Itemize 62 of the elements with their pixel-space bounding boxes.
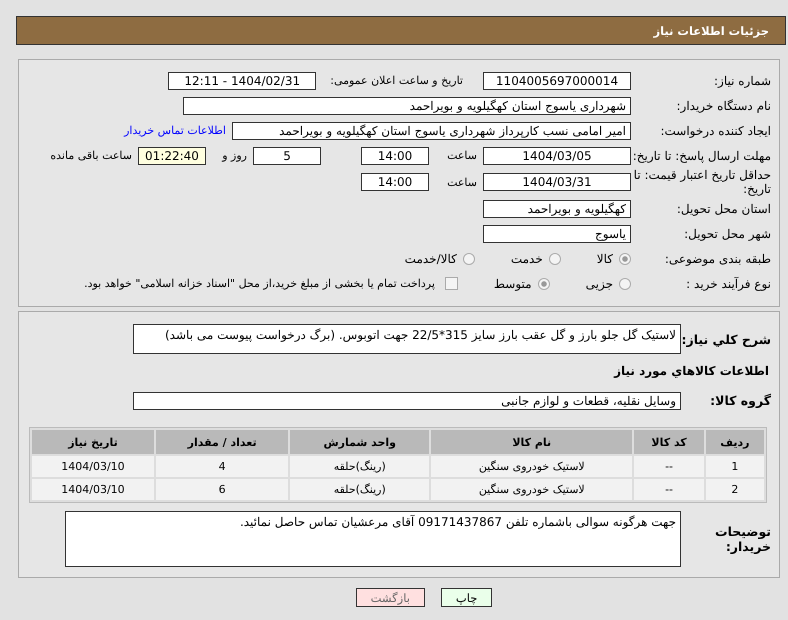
column-header: ردیف [706, 430, 764, 454]
column-header: تعداد / مقدار [156, 430, 288, 454]
table-cell: 2 [706, 479, 764, 500]
city-field: یاسوج [483, 224, 631, 242]
checkbox[interactable] [444, 277, 458, 290]
table-cell: 6 [156, 479, 288, 500]
field-label: حداقل تاریخ اعتبار قیمت: تا تاریخ: [632, 168, 771, 196]
buyer-org-field: شهرداری یاسوج استان کهگیلویه و بویراحمد [183, 96, 631, 114]
section-heading: اطلاعات کالاهاي مورد نياز [612, 363, 770, 378]
page-title: جزئیات اطلاعات نیاز [653, 24, 769, 38]
field-label: مهلت ارسال پاسخ: تا تاریخ: [632, 148, 771, 162]
buyer-notes-box: جهت هرگونه سوالی باشماره تلفن 09171437867 آقای مرعشیان تماس حاصل نمائید. [65, 511, 681, 567]
table-cell: (رینگ)حلقه [290, 456, 430, 477]
table-cell: 1 [706, 456, 764, 477]
days-label: روز و [220, 149, 248, 162]
field-label: توضیحات خریدار: [714, 524, 771, 554]
column-header: نام کالا [431, 430, 632, 454]
print-button[interactable]: چاپ [440, 588, 492, 607]
days-field: 5 [253, 146, 321, 164]
table-cell: لاستیک خودروی سنگین [431, 456, 632, 477]
radio-option[interactable]: خدمت [510, 252, 561, 266]
goods-group-field: وسایل نقلیه، قطعات و لوازم جانبی [133, 392, 681, 410]
radio-option[interactable]: کالا [596, 252, 631, 266]
field-label: طبقه بندی موضوعی: [664, 252, 771, 266]
field-label: تاریخ و ساعت اعلان عمومی: [329, 74, 464, 87]
table-cell: (رینگ)حلقه [290, 479, 430, 500]
back-button[interactable]: بازگشت [356, 588, 425, 607]
column-header: واحد شمارش [290, 430, 430, 454]
time-label: ساعت [446, 149, 478, 162]
field-label: گروه کالا: [709, 393, 771, 408]
need-number-field: 1104005697000014 [483, 72, 631, 90]
validity-date-field: 1404/03/31 [483, 173, 631, 191]
field-label: شماره نیاز: [713, 74, 771, 88]
province-field: کهگیلویه و بویراحمد [483, 200, 631, 218]
field-label: نام دستگاه خریدار: [676, 98, 771, 112]
radio-option[interactable]: کالا/خدمت [404, 252, 475, 266]
remaining-label: ساعت باقی مانده [49, 149, 133, 162]
table-cell: 4 [156, 456, 288, 477]
announce-date-field: 1404/02/31 - 12:11 [168, 72, 316, 90]
column-header: تاریخ نیاز [32, 430, 154, 454]
deadline-time-field: 14:00 [361, 146, 429, 164]
field-label: ایجاد کننده درخواست: [659, 124, 771, 138]
column-header: کد کالا [634, 430, 704, 454]
table-cell: -- [634, 456, 704, 477]
table-cell: 1404/03/10 [32, 479, 154, 500]
field-label: شهر محل تحویل: [683, 226, 771, 240]
description-box: لاستیک گل جلو بارز و گل عقب بارز سایز 315*22/5 جهت اتوبوس. (برگ درخواست پیوست می باشد) [133, 324, 681, 354]
radio-option[interactable]: متوسط [494, 276, 550, 290]
field-label: نوع فرآیند خرید : [685, 276, 771, 290]
field-label: شرح کلي نياز: [681, 332, 771, 346]
field-label: استان محل تحویل: [676, 202, 771, 216]
treasury-label: پرداخت تمام یا بخشی از مبلغ خرید،از محل "اسناد خزانه اسلامی" خواهد بود. [83, 277, 436, 290]
validity-time-field: 14:00 [361, 173, 429, 191]
creator-field: امیر امامی نسب کارپرداز شهرداری یاسوج استان کهگیلویه و بویراحمد [232, 122, 631, 140]
radio-option[interactable]: جزیی [586, 276, 631, 290]
table-cell: -- [634, 479, 704, 500]
remaining-time-field: 01:22:40 [138, 146, 206, 164]
buyer-contact-link[interactable]: اطلاعات تماس خریدار [118, 124, 232, 137]
table-cell: لاستیک خودروی سنگین [431, 479, 632, 500]
table-cell: 1404/03/10 [32, 456, 154, 477]
time-label: ساعت [446, 176, 478, 188]
deadline-date-field: 1404/03/05 [483, 146, 631, 164]
